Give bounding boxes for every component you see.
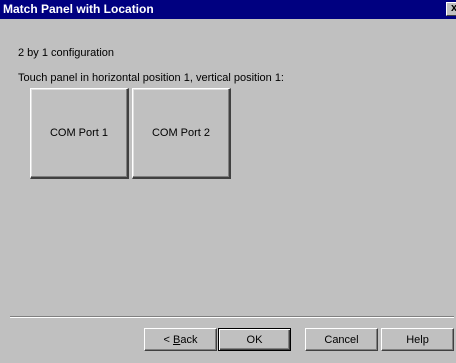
com-port-1-button[interactable]: COM Port 1 — [30, 88, 129, 179]
cancel-button[interactable]: Cancel — [305, 328, 378, 351]
window-title: Match Panel with Location — [3, 2, 154, 16]
com-port-2-label: COM Port 2 — [151, 127, 211, 139]
back-button-label: < Back — [163, 333, 198, 346]
configuration-label: 2 by 1 configuration — [18, 47, 115, 59]
match-panel-dialog: Match Panel with Location x 2 by 1 confi… — [0, 0, 456, 363]
ok-button-label: OK — [246, 333, 263, 346]
help-button[interactable]: Help — [381, 328, 454, 351]
instruction-label: Touch panel in horizontal position 1, ve… — [18, 72, 284, 84]
cancel-button-label: Cancel — [324, 333, 359, 346]
com-port-2-button[interactable]: COM Port 2 — [132, 88, 231, 179]
title-bar[interactable]: Match Panel with Location x — [0, 0, 456, 19]
close-icon[interactable]: x — [446, 2, 456, 16]
ok-button[interactable]: OK — [218, 328, 291, 351]
help-button-label: Help — [406, 333, 429, 346]
back-button[interactable]: < Back — [144, 328, 217, 351]
separator — [10, 316, 454, 318]
com-port-1-label: COM Port 1 — [49, 127, 109, 139]
